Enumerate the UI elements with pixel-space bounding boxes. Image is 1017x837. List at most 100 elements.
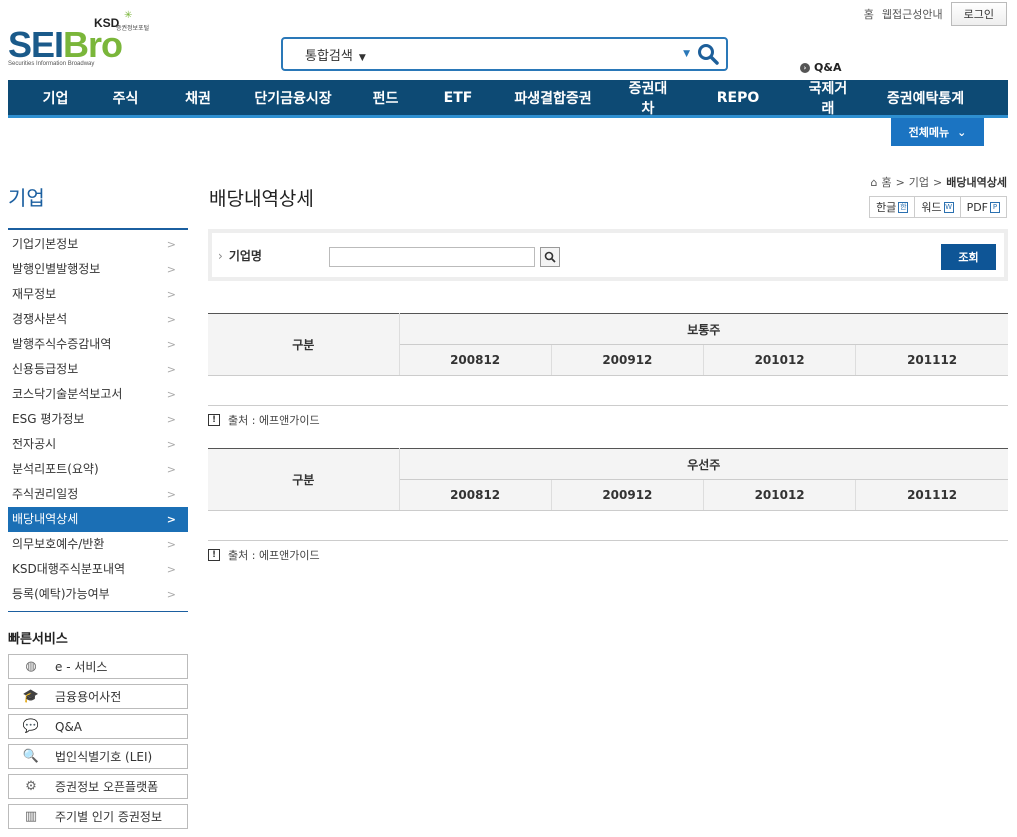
side-menu-label: 배당내역상세 <box>12 512 79 526</box>
source-note: ! 출처 : 에프앤가이드 <box>208 412 320 428</box>
side-menu-item[interactable]: 배당내역상세 > <box>8 507 188 532</box>
side-menu-item[interactable]: 경쟁사분석 > <box>8 307 188 332</box>
all-menu-button[interactable]: 전체메뉴 ⌄ <box>891 118 984 146</box>
side-menu-label: 등록(예탁)가능여부 <box>12 587 110 601</box>
quick-service-list: ◍ e - 서비스 🎓 금융용어사전 💬 Q&A 🔍 법인식별기호 (LEI) ⚙ 증권정보 오픈… <box>8 654 188 834</box>
year-header: 201112 <box>855 344 1008 376</box>
nav-item[interactable]: ETF <box>433 90 483 106</box>
quick-service-label: Q&A <box>55 719 83 734</box>
side-menu-label: KSD대행주식분포내역 <box>12 562 126 576</box>
word-button[interactable]: 워드 W <box>915 197 961 217</box>
group-header: 우선주 <box>399 448 1008 480</box>
common-stock-table: 구분 보통주 200812 200912 201012 201112 <box>208 313 1008 406</box>
breadcrumb-current: 배당내역상세 <box>946 176 1007 189</box>
quick-service-item[interactable]: 🎓 금융용어사전 <box>8 684 188 709</box>
search-type-select[interactable]: 통합검색 ▼ <box>305 45 366 64</box>
integrated-search: 통합검색 ▼ ▼ <box>281 37 728 71</box>
chevron-right-icon: > <box>166 438 176 451</box>
side-menu-item[interactable]: 기업기본정보 > <box>8 232 188 257</box>
year-header: 201112 <box>855 479 1008 511</box>
chevron-right-icon: > <box>166 463 176 476</box>
hwp-button[interactable]: 한글 한 <box>870 197 916 217</box>
chevron-right-icon: > <box>166 238 176 251</box>
side-menu-label: 기업기본정보 <box>12 237 79 251</box>
side-menu-item[interactable]: KSD대행주식분포내역 > <box>8 557 188 582</box>
side-menu-item[interactable]: 발행인별발행정보 > <box>8 257 188 282</box>
side-menu-label: 코스닥기술분석보고서 <box>12 387 123 401</box>
pdf-button[interactable]: PDF P <box>961 197 1006 217</box>
breadcrumb-sep: > <box>933 175 943 189</box>
main-nav: 기업 주식 채권 단기금융시장 펀드 ETF 파생결합증권 증권대차 REPO … <box>8 80 1008 118</box>
login-button[interactable]: 로그인 <box>950 2 1007 26</box>
side-menu-label: 주식권리일정 <box>12 487 79 501</box>
qa-link[interactable]: › Q&A <box>800 61 841 74</box>
side-menu-label: 신용등급정보 <box>12 362 79 376</box>
nav-item[interactable]: 단기금융시장 <box>248 88 338 108</box>
exclamation-icon: ! <box>208 414 220 426</box>
side-menu-item[interactable]: 주식권리일정 > <box>8 482 188 507</box>
side-menu-item[interactable]: 등록(예탁)가능여부 > <box>8 582 188 607</box>
side-menu-item[interactable]: 분석리포트(요약) > <box>8 457 188 482</box>
quick-service-item[interactable]: ▥ 주기별 인기 증권정보 <box>8 804 188 829</box>
nav-item[interactable]: 증권예탁통계 <box>853 88 998 108</box>
side-menu-label: 분석리포트(요약) <box>12 462 99 476</box>
side-menu: 기업기본정보 > 발행인별발행정보 > 재무정보 > 경쟁사분석 > 발행주식수증감내역 > 신용등… <box>8 228 188 612</box>
nav-item[interactable]: 채권 <box>148 88 248 108</box>
query-button[interactable]: 조회 <box>941 244 996 270</box>
side-menu-label: 의무보호예수/반환 <box>12 537 105 551</box>
preferred-stock-table: 구분 우선주 200812 200912 201012 201112 <box>208 448 1008 541</box>
quick-service-item[interactable]: ◍ e - 서비스 <box>8 654 188 679</box>
side-menu-label: 재무정보 <box>12 287 57 301</box>
home-link[interactable]: 홈 <box>864 6 874 22</box>
company-name-input[interactable] <box>329 247 535 267</box>
side-menu-item[interactable]: 의무보호예수/반환 > <box>8 532 188 557</box>
year-header: 201012 <box>703 344 857 376</box>
word-icon: W <box>943 201 954 213</box>
quick-service-item[interactable]: ⚙ 증권정보 오픈플랫폼 <box>8 774 188 799</box>
nav-item[interactable]: 펀드 <box>338 88 433 108</box>
company-search-form: 기업명 조회 <box>208 229 1008 281</box>
nav-item[interactable]: 기업 <box>8 88 103 108</box>
chat-bubble-icon: 💬 <box>22 719 40 734</box>
chevron-right-icon: › <box>800 62 810 73</box>
side-menu-item[interactable]: ESG 평가정보 > <box>8 407 188 432</box>
year-header: 201012 <box>703 479 857 511</box>
nav-item[interactable]: 주식 <box>103 88 148 108</box>
chevron-right-icon: > <box>166 288 176 301</box>
nav-item[interactable]: 파생결합증권 <box>483 88 623 108</box>
side-menu-item[interactable]: 발행주식수증감내역 > <box>8 332 188 357</box>
logo-star-icon: ✳ <box>124 10 133 21</box>
side-menu-item[interactable]: 전자공시 > <box>8 432 188 457</box>
company-search-button[interactable] <box>540 247 560 267</box>
quick-service-item[interactable]: 🔍 법인식별기호 (LEI) <box>8 744 188 769</box>
chevron-right-icon: > <box>166 513 176 526</box>
side-menu-item[interactable]: 코스닥기술분석보고서 > <box>8 382 188 407</box>
page-title: 배당내역상세 <box>209 188 314 210</box>
nav-item[interactable]: REPO <box>673 90 803 106</box>
chevron-right-icon: > <box>166 538 176 551</box>
source-text: 출처 : 에프앤가이드 <box>228 549 320 562</box>
year-header: 200812 <box>399 344 552 376</box>
quick-service-item[interactable]: 💬 Q&A <box>8 714 188 739</box>
doc-export-buttons: 한글 한 워드 W PDF P <box>869 196 1007 218</box>
site-logo[interactable]: KSD ✳ 증권정보포털 SEIBro Securities Informati… <box>8 10 188 72</box>
nav-item[interactable]: 국제거래 <box>803 78 853 118</box>
search-icon[interactable] <box>696 42 720 66</box>
company-name-label: 기업명 <box>218 247 262 264</box>
side-menu-item[interactable]: 신용등급정보 > <box>8 357 188 382</box>
chevron-right-icon: > <box>166 413 176 426</box>
side-menu-item[interactable]: 재무정보 > <box>8 282 188 307</box>
breadcrumb-level1[interactable]: 기업 <box>909 174 929 190</box>
breadcrumb-home[interactable]: 홈 <box>881 174 891 190</box>
document-search-icon: 🔍 <box>22 749 40 764</box>
pdf-icon: P <box>990 201 1000 213</box>
logo-wordmark: SEIBro <box>8 24 123 65</box>
accessibility-link[interactable]: 웹접근성안내 <box>882 6 943 22</box>
nav-item[interactable]: 증권대차 <box>623 78 673 118</box>
chevron-right-icon: > <box>166 263 176 276</box>
home-icon[interactable]: ⌂ <box>870 176 877 189</box>
utility-bar: 홈 웹접근성안내 로그인 <box>864 2 1007 26</box>
search-input[interactable] <box>375 41 684 67</box>
graduation-cap-icon: 🎓 <box>22 689 40 704</box>
search-dropdown-icon[interactable]: ▼ <box>683 49 690 59</box>
